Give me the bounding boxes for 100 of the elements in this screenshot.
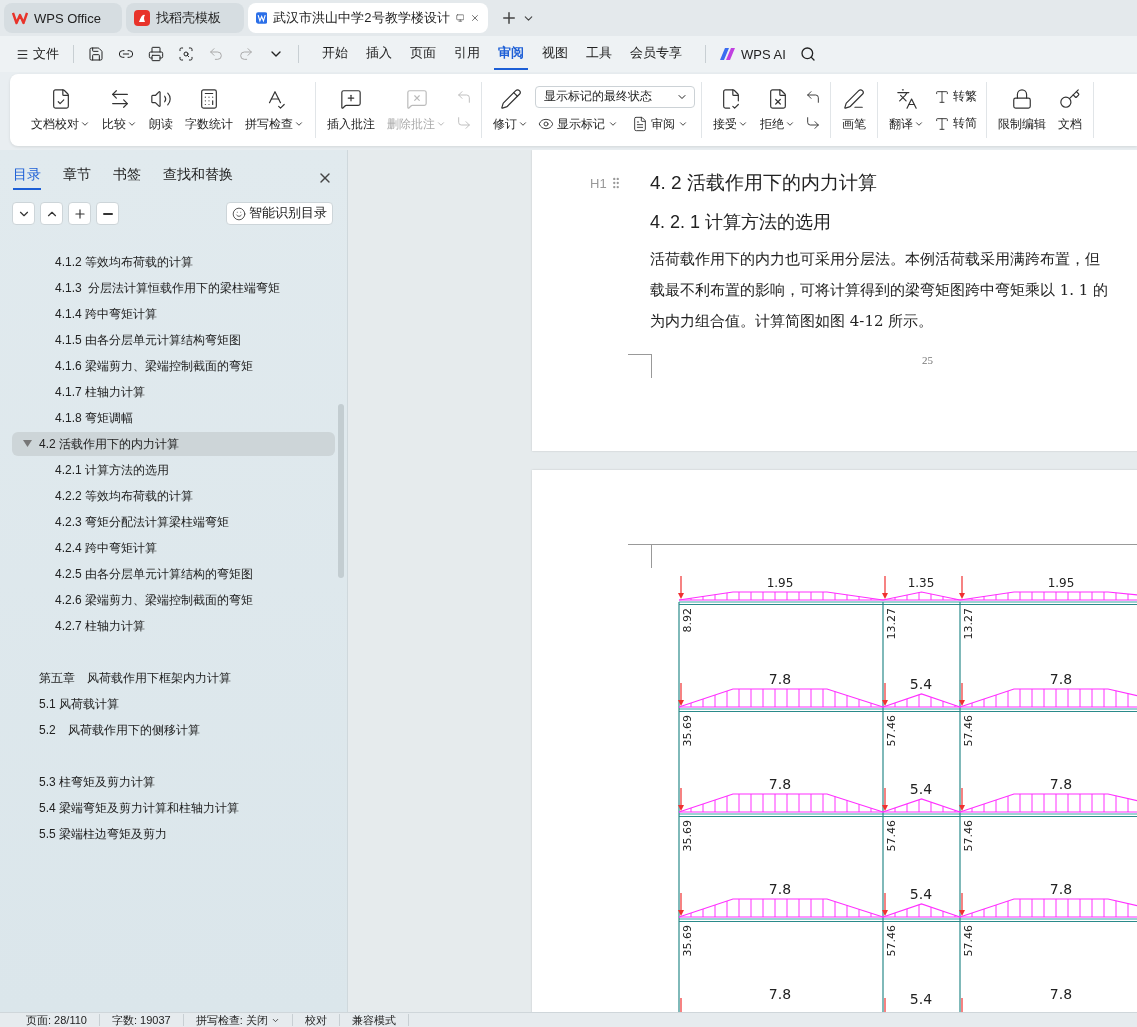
- sidebar-tab[interactable]: 书签: [113, 166, 141, 190]
- file-menu[interactable]: 文件: [16, 45, 59, 63]
- load-value: 5.4: [909, 991, 933, 1007]
- ribbon-button[interactable]: 拒绝: [755, 83, 800, 137]
- load-arrow: [678, 575, 684, 599]
- status-item[interactable]: 校对: [292, 1014, 340, 1026]
- search-icon[interactable]: [799, 46, 816, 62]
- load-arrow: [959, 682, 965, 706]
- outline-item[interactable]: 4.1.3 分层法计算恒载作用下的梁柱端弯矩: [12, 276, 335, 300]
- ribbon-button[interactable]: 文档: [1053, 83, 1087, 137]
- document-tab[interactable]: 找稻壳模板: [126, 3, 244, 33]
- load-value: 7.8: [768, 986, 792, 1002]
- outline-item[interactable]: 4.2.4 跨中弯矩计算: [12, 536, 335, 560]
- moment-value: 57.46: [885, 925, 898, 957]
- ribbon-button[interactable]: 画笔: [837, 83, 871, 137]
- ribbon-button[interactable]: 比较: [97, 83, 142, 137]
- status-item[interactable]: 兼容模式: [339, 1014, 409, 1026]
- ribbon-button[interactable]: 朗读: [144, 83, 178, 137]
- moment-value: 57.46: [885, 715, 898, 747]
- outline-item[interactable]: 4.2 活载作用下的内力计算: [12, 432, 335, 456]
- calculator-icon: [198, 87, 220, 110]
- ribbon-tab[interactable]: 引用: [450, 38, 484, 70]
- monitor-icon[interactable]: [455, 12, 465, 24]
- template-logo-icon: [134, 10, 150, 26]
- outline-item[interactable]: 5.2 风荷载作用下的侧移计算: [12, 718, 335, 742]
- ai-button[interactable]: WPS AI: [720, 46, 786, 62]
- ribbon-small-button[interactable]: 审阅: [629, 113, 691, 135]
- caret-icon: [518, 119, 528, 129]
- plus-icon: [72, 206, 87, 221]
- outline-item[interactable]: 4.1.4 跨中弯矩计算: [12, 302, 335, 326]
- outline-item[interactable]: 4.2.1 计算方法的选用: [12, 458, 335, 482]
- document-tab[interactable]: 武汉市洪山中学2号教学楼设计: [248, 3, 488, 33]
- expand-button[interactable]: [40, 202, 63, 225]
- add-button[interactable]: [68, 202, 91, 225]
- ribbon-tab[interactable]: 审阅: [494, 38, 528, 70]
- document-tab[interactable]: WPS Office: [4, 3, 122, 33]
- outline-item[interactable]: 4.1.5 由各分层单元计算结构弯矩图: [12, 328, 335, 352]
- ribbon-button[interactable]: 拼写检查: [240, 83, 309, 137]
- ribbon-small-button[interactable]: 显示标记: [535, 113, 621, 135]
- preview-icon[interactable]: [178, 46, 194, 62]
- status-item[interactable]: 字数: 19037: [99, 1014, 184, 1026]
- sidebar-tab[interactable]: 目录: [13, 166, 41, 190]
- collapse-button[interactable]: [12, 202, 35, 225]
- paragraph-line: 为内力组合值。计算简图如图 4-12 所示。: [650, 311, 935, 332]
- ribbon-tab[interactable]: 视图: [538, 38, 572, 70]
- outline-item[interactable]: 4.1.6 梁端剪力、梁端控制截面的弯矩: [12, 354, 335, 378]
- ribbon-tab[interactable]: 会员专享: [626, 38, 686, 70]
- outline-item[interactable]: 4.2.7 柱轴力计算: [12, 614, 335, 638]
- status-item[interactable]: 页面: 28/110: [14, 1014, 100, 1026]
- load-value: 1.35: [907, 576, 935, 590]
- caret-icon: [127, 119, 137, 129]
- outline-item[interactable]: 4.2.3 弯矩分配法计算梁柱端弯矩: [12, 510, 335, 534]
- outline-item[interactable]: 4.1.2 等效均布荷载的计算: [12, 250, 335, 274]
- caret-icon: [678, 119, 688, 129]
- eye-icon: [538, 116, 554, 132]
- ribbon-tab[interactable]: 页面: [406, 38, 440, 70]
- reply-arrow-icon: [805, 89, 821, 105]
- outline-item[interactable]: 5.3 柱弯矩及剪力计算: [12, 744, 335, 794]
- save-icon[interactable]: [88, 46, 104, 62]
- outline-item[interactable]: 5.4 梁端弯矩及剪力计算和柱轴力计算: [12, 796, 335, 820]
- remove-button[interactable]: [96, 202, 119, 225]
- ribbon-button[interactable]: 翻译: [884, 83, 929, 137]
- outline-item[interactable]: 5.1 风荷载计算: [12, 692, 335, 716]
- moment-value: 35.69: [681, 925, 694, 957]
- ribbon-tab[interactable]: 插入: [362, 38, 396, 70]
- moment-value: 13.27: [885, 608, 898, 640]
- ribbon-tab[interactable]: 工具: [582, 38, 616, 70]
- outline-item[interactable]: 5.5 梁端柱边弯矩及剪力: [12, 822, 335, 846]
- outline-item[interactable]: 4.1.8 弯矩调幅: [12, 406, 335, 430]
- sidebar-tab[interactable]: 查找和替换: [163, 166, 233, 190]
- caret-icon: [436, 119, 446, 129]
- sidebar-tab[interactable]: 章节: [63, 166, 91, 190]
- ribbon-button[interactable]: 文档校对: [26, 83, 95, 137]
- text-icon: [934, 115, 950, 132]
- smart-toc-button[interactable]: 智能识别目录: [226, 202, 333, 225]
- wps-logo-icon: [12, 11, 28, 25]
- markup-select[interactable]: 显示标记的最终状态: [535, 85, 695, 108]
- ribbon-button[interactable]: 插入批注: [322, 83, 380, 137]
- ribbon-button[interactable]: 字数统计: [180, 83, 238, 137]
- new-tab-icon[interactable]: [500, 9, 518, 27]
- paragraph-line: 载最不利布置的影响，可将计算得到的梁弯矩图跨中弯矩乘以 1. 1 的: [650, 280, 1110, 301]
- ribbon-tab[interactable]: 开始: [318, 38, 352, 70]
- expanded-triangle-icon[interactable]: [23, 440, 32, 448]
- comment-plus-icon: [340, 87, 362, 110]
- outline-item[interactable]: 4.2.6 梁端剪力、梁端控制截面的弯矩: [12, 588, 335, 612]
- outline-item[interactable]: 4.2.2 等效均布荷载的计算: [12, 484, 335, 508]
- caret-icon: [608, 119, 618, 129]
- scrollbar-thumb[interactable]: [338, 404, 344, 578]
- outline-item[interactable]: 4.1.7 柱轴力计算: [12, 380, 335, 404]
- ribbon-button[interactable]: 接受: [708, 83, 753, 137]
- ribbon-button[interactable]: 限制编辑: [993, 83, 1051, 137]
- ribbon-small-button[interactable]: 转简: [931, 113, 980, 134]
- print-icon[interactable]: [148, 46, 164, 62]
- ribbon-small-button[interactable]: 转繁: [931, 86, 980, 107]
- status-item[interactable]: 拼写检查: 关闭: [183, 1014, 293, 1026]
- outline-item[interactable]: 4.2.5 由各分层单元计算结构的弯矩图: [12, 562, 335, 586]
- load-value: 7.8: [1049, 881, 1073, 897]
- outline-item[interactable]: 第五章 风荷载作用下框架内力计算: [12, 640, 335, 690]
- ribbon-button[interactable]: 修订: [488, 83, 533, 137]
- comment-x-icon: [405, 87, 428, 110]
